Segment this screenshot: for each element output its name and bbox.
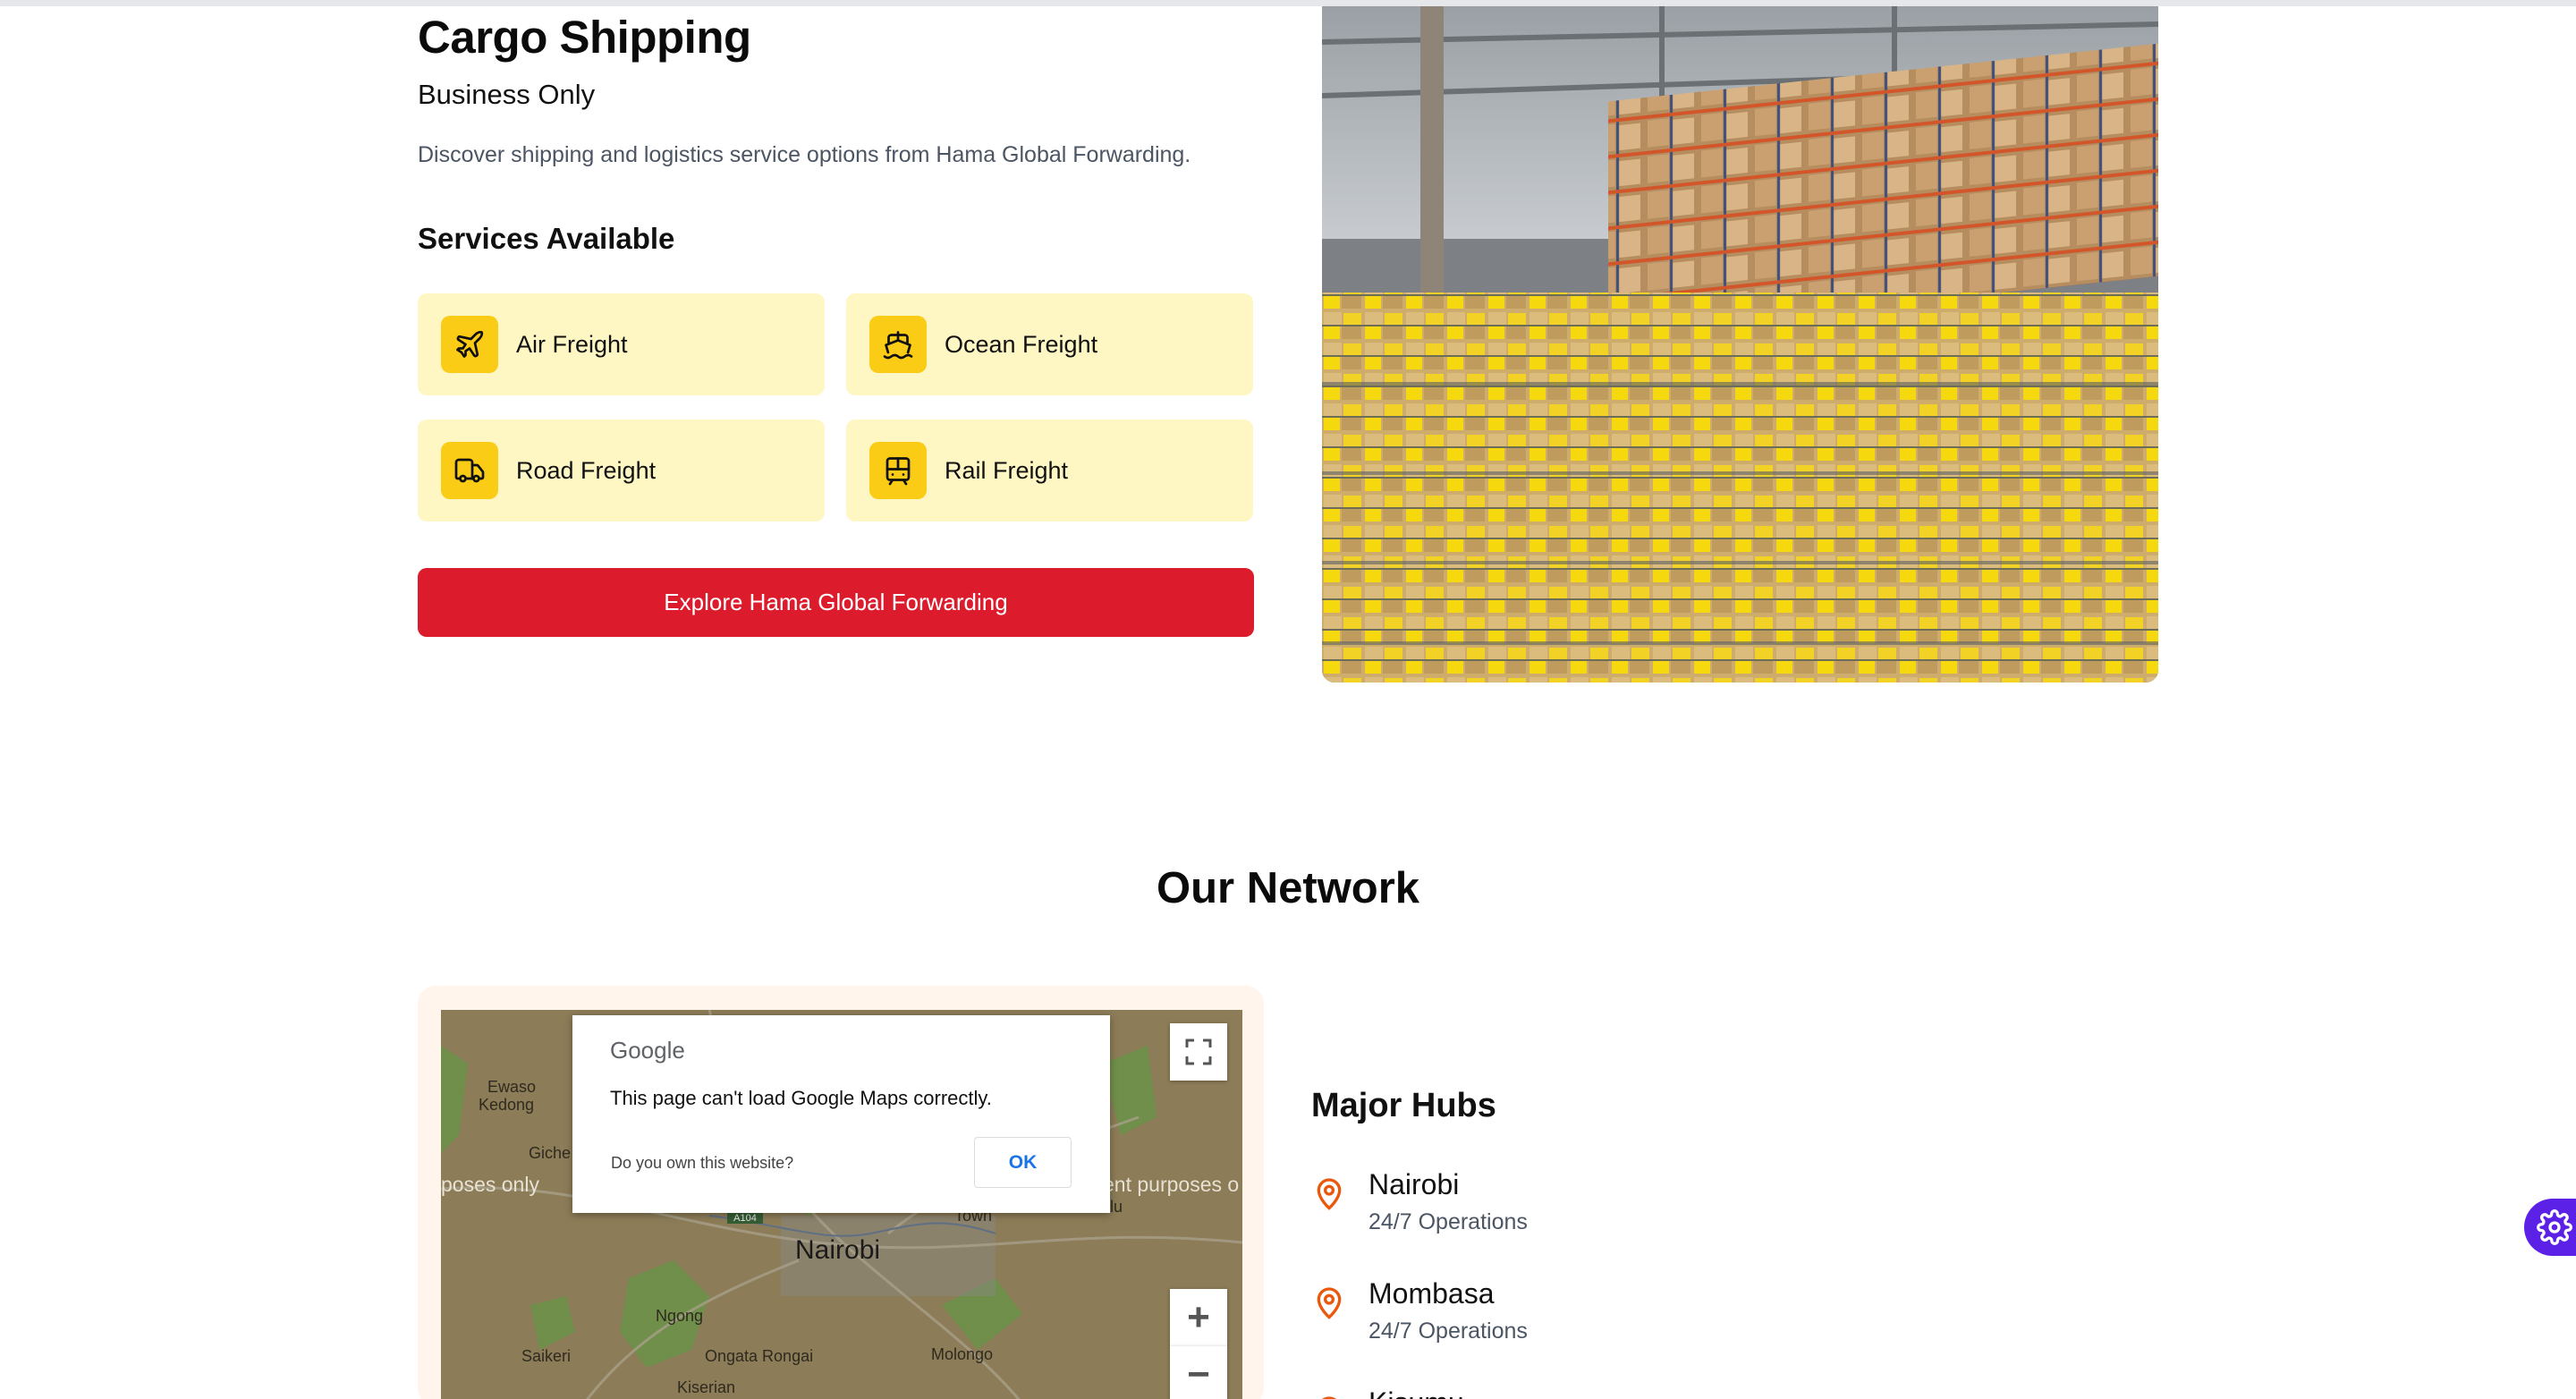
- hub-name: Nairobi: [1368, 1168, 1460, 1200]
- hub-name: Mombasa: [1368, 1277, 1495, 1310]
- own-website-link[interactable]: Do you own this website?: [611, 1154, 793, 1173]
- maps-error-message: This page can't load Google Maps correct…: [610, 1087, 992, 1109]
- google-logo: Google: [610, 1037, 685, 1064]
- train-icon: [869, 442, 927, 499]
- plane-icon: [441, 316, 498, 373]
- hub-name: Kisumu: [1368, 1386, 1464, 1399]
- map-watermark-right: ent purposes o: [1103, 1173, 1239, 1196]
- dialog-ok-button[interactable]: OK: [974, 1137, 1072, 1188]
- zoom-out-button[interactable]: −: [1170, 1346, 1227, 1399]
- map-label-ewaso: Ewaso: [487, 1078, 536, 1096]
- cargo-title: Cargo Shipping: [418, 12, 751, 63]
- ship-icon: [869, 316, 927, 373]
- map-label-ngong: Ngong: [656, 1307, 703, 1325]
- service-label: Air Freight: [516, 330, 628, 358]
- map-watermark-left: poses only: [441, 1173, 539, 1196]
- map-pin-icon: [1322, 1396, 1336, 1399]
- hub-status: 24/7 Operations: [1368, 1209, 1528, 1234]
- service-card-air-freight[interactable]: Air Freight: [418, 293, 825, 395]
- google-maps-error-dialog: Google This page can't load Google Maps …: [572, 1015, 1110, 1213]
- map-label-kedong: Kedong: [479, 1096, 534, 1114]
- map-label-molongo: Molongo: [931, 1345, 993, 1363]
- map-pin-icon: [1317, 1287, 1342, 1319]
- hub-status: 24/7 Operations: [1368, 1318, 1528, 1344]
- network-title: Our Network: [1156, 864, 1420, 912]
- map-label-saikeri: Saikeri: [521, 1347, 571, 1365]
- hubs-title: Major Hubs: [1311, 1087, 1496, 1124]
- service-label: Rail Freight: [945, 456, 1069, 484]
- map-label-gichea: Giche: [529, 1144, 571, 1162]
- zoom-out-icon: −: [1187, 1352, 1210, 1396]
- map-label-road: A104: [733, 1213, 757, 1224]
- explore-hama-global-button[interactable]: Explore Hama Global Forwarding: [418, 568, 1254, 637]
- top-border: [0, 0, 2576, 6]
- cargo-subtitle: Business Only: [418, 79, 596, 110]
- zoom-in-button[interactable]: +: [1170, 1289, 1227, 1346]
- warehouse-image: [1322, 6, 2158, 683]
- cargo-description: Discover shipping and logistics service …: [418, 142, 1191, 167]
- map-label-ongata-rongai: Ongata Rongai: [705, 1347, 813, 1365]
- service-card-rail-freight[interactable]: Rail Freight: [846, 420, 1253, 521]
- map-label-kiserian: Kiserian: [677, 1378, 735, 1396]
- service-card-road-freight[interactable]: Road Freight: [418, 420, 825, 521]
- services-title: Services Available: [418, 222, 675, 255]
- map-label-nairobi: Nairobi: [795, 1235, 880, 1265]
- settings-fab[interactable]: [2524, 1199, 2576, 1256]
- fullscreen-button[interactable]: [1170, 1023, 1227, 1081]
- service-label: Ocean Freight: [945, 330, 1098, 358]
- zoom-in-icon: +: [1187, 1295, 1210, 1339]
- fullscreen-icon: [1185, 1039, 1212, 1065]
- map-pin-icon: [1317, 1178, 1342, 1210]
- gear-icon: [2537, 1209, 2572, 1245]
- service-card-ocean-freight[interactable]: Ocean Freight: [846, 293, 1253, 395]
- service-label: Road Freight: [516, 456, 657, 484]
- truck-icon: [441, 442, 498, 499]
